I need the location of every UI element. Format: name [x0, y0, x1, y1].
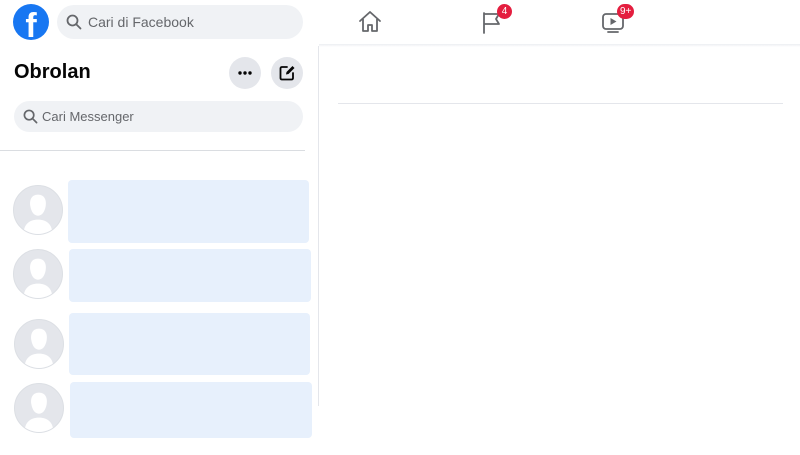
home-icon[interactable]	[357, 9, 383, 35]
content-divider	[338, 103, 783, 104]
messenger-search-input[interactable]: Cari Messenger	[14, 101, 303, 132]
compose-icon	[279, 66, 295, 81]
avatar-placeholder-icon	[13, 249, 63, 299]
chat-preview-placeholder	[68, 180, 309, 243]
more-icon	[238, 71, 252, 75]
facebook-search-input[interactable]: Cari di Facebook	[57, 5, 303, 39]
search-icon	[23, 109, 38, 124]
pages-notification-badge: 4	[497, 4, 512, 19]
sidebar-divider	[318, 46, 319, 406]
chat-preview-placeholder	[69, 313, 310, 375]
facebook-logo-letter: f	[25, 7, 37, 40]
chats-title: Obrolan	[14, 61, 91, 83]
new-message-button[interactable]	[271, 57, 303, 89]
facebook-logo-icon[interactable]: f	[13, 4, 49, 40]
avatar-placeholder-icon	[13, 185, 63, 235]
chat-preview-placeholder	[70, 382, 312, 438]
header-shadow	[319, 44, 800, 47]
watch-notification-badge: 9+	[617, 4, 635, 19]
avatar-placeholder-icon	[14, 319, 64, 369]
messenger-search-placeholder: Cari Messenger	[42, 109, 134, 124]
more-options-button[interactable]	[229, 57, 261, 89]
avatar-placeholder-icon	[14, 383, 64, 433]
search-placeholder: Cari di Facebook	[88, 14, 194, 30]
chat-preview-placeholder	[69, 249, 311, 302]
chat-list-divider	[0, 150, 305, 151]
search-icon	[66, 14, 82, 30]
